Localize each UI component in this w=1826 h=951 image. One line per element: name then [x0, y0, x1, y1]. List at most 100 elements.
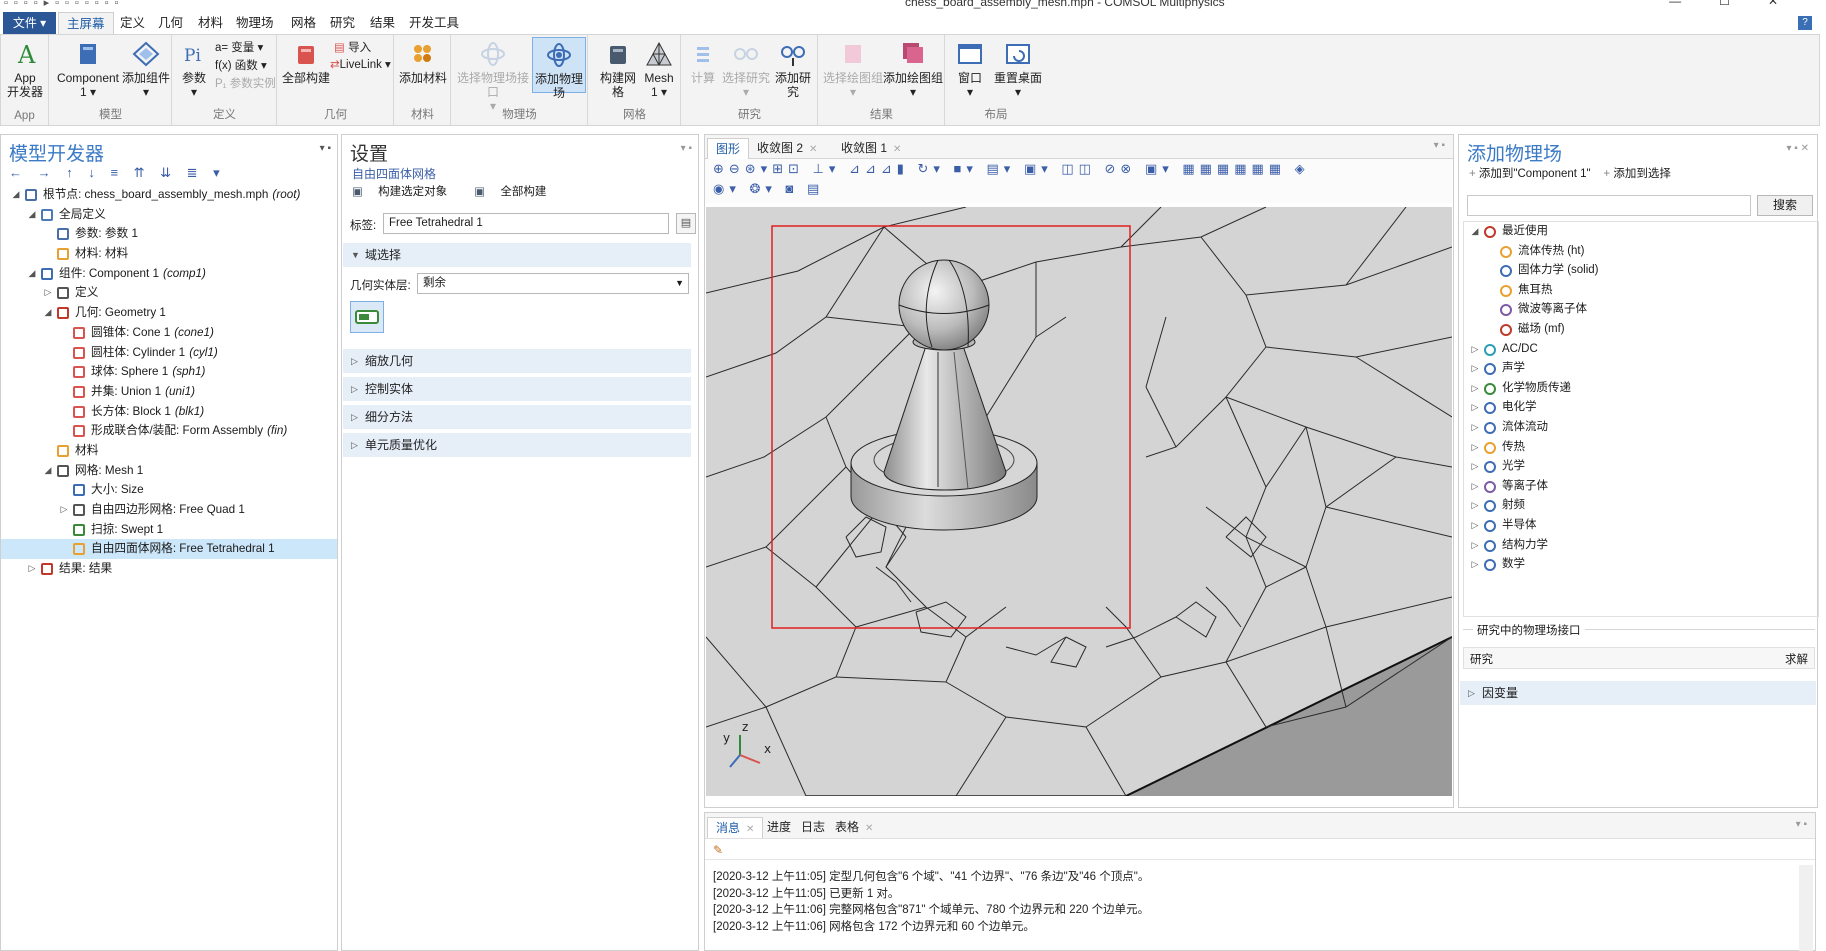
tree-node[interactable]: 自由四面体网格: Free Tetrahedral 1 — [1, 539, 337, 560]
collapsed-arrow-icon[interactable]: ▷ — [1470, 340, 1480, 360]
add-material-button[interactable]: 添加材料 — [399, 41, 447, 85]
reset-desktop-button[interactable]: 重置桌面 ▾ — [992, 41, 1044, 99]
tab-results[interactable]: 结果 — [362, 12, 403, 36]
collapsed-arrow-icon[interactable]: ▷ — [43, 283, 53, 303]
collapsed-arrow-icon[interactable]: ▷ — [1470, 477, 1480, 497]
livelink-button[interactable]: ⇄LiveLink ▾ — [330, 57, 391, 71]
tree-node[interactable]: ◢ 网格: Mesh 1 — [1, 461, 337, 481]
tree-node[interactable]: ▷ 定义 — [1, 283, 337, 303]
functions-button[interactable]: f(x) 函数 ▾ — [215, 57, 267, 73]
collapsed-arrow-icon[interactable]: ▷ — [1470, 379, 1480, 399]
window-button[interactable]: 窗口 ▾ — [950, 41, 990, 99]
physics-list-item[interactable]: ◢ 最近使用 — [1464, 222, 1818, 242]
collapsed-arrow-icon[interactable]: ▷ — [1470, 398, 1480, 418]
build-all-button[interactable]: 全部构建 — [282, 41, 330, 85]
tree-node[interactable]: 扫掠: Swept 1 — [1, 520, 337, 540]
close-icon[interactable]: ✕ — [746, 824, 754, 835]
search-button[interactable]: 搜索 — [1757, 195, 1813, 216]
collapsed-arrow-icon[interactable]: ▷ — [1470, 457, 1480, 477]
parameters-button[interactable]: Pi 参数 ▾ — [177, 41, 211, 99]
tree-node[interactable]: ◢ 根节点: chess_board_assembly_mesh.mph (root… — [1, 185, 337, 205]
physics-list-item[interactable]: ▷ 电化学 — [1464, 398, 1818, 418]
tree-node[interactable]: 材料 — [1, 441, 337, 461]
add-study-button[interactable]: 添加研究 — [770, 41, 816, 99]
expanded-arrow-icon[interactable]: ◢ — [11, 185, 21, 205]
collapsed-arrow-icon[interactable]: ▷ — [1470, 418, 1480, 438]
add-to-selection-button[interactable]: + 添加到选择 — [1603, 168, 1670, 180]
pane-menu-icon[interactable]: ▾ ▪ ✕ — [1787, 143, 1810, 154]
close-icon[interactable]: ✕ — [809, 144, 817, 155]
section-scale-geometry[interactable]: ▷ 缩放几何 — [343, 349, 691, 373]
graphics-toolbar[interactable]: ⊕⊖⊛▾⊞⊡ ⊥▾ ⊿⊿⊿▮ ↻▾ ■▾ ▤▾ ▣▾ ◫◫ ⊘⊗ ▣▾ ▦▦▦▦… — [705, 159, 1453, 203]
tab-geometry[interactable]: 几何 — [150, 12, 191, 36]
physics-list-item[interactable]: ▷ 流体流动 — [1464, 418, 1818, 438]
physics-list-item[interactable]: 微波等离子体 — [1464, 300, 1818, 320]
physics-list-item[interactable]: ▷ AC/DC — [1464, 340, 1818, 360]
variables-button[interactable]: a= 变量 ▾ — [215, 39, 263, 55]
select-study-button[interactable]: 选择研究 ▾ — [722, 41, 770, 99]
collapsed-arrow-icon[interactable]: ▷ — [59, 500, 69, 520]
pane-menu-icon[interactable]: ▾ ▪ — [320, 143, 331, 154]
compute-button[interactable]: 计算 — [686, 41, 720, 85]
expanded-arrow-icon[interactable]: ◢ — [27, 264, 37, 284]
pane-menu-icon[interactable]: ▾ ▪ — [1796, 819, 1807, 830]
add-plot-group-button[interactable]: 添加绘图组 ▾ — [883, 41, 943, 99]
add-physics-button[interactable]: 添加物理场 — [532, 37, 586, 100]
physics-list-item[interactable]: ▷ 声学 — [1464, 359, 1818, 379]
collapsed-arrow-icon[interactable]: ▷ — [1470, 359, 1480, 379]
label-input[interactable]: Free Tetrahedral 1 — [383, 213, 669, 234]
graphics-toolbar-row-2[interactable]: ◉▾ ❂▾ ◙ ▤ — [713, 181, 824, 197]
pane-menu-icon[interactable]: ▾ ▪ — [681, 143, 692, 154]
minimize-button[interactable]: — — [1669, 0, 1719, 8]
clear-messages-icon[interactable]: ✎ — [705, 839, 1815, 859]
section-tessellation[interactable]: ▷ 细分方法 — [343, 405, 691, 429]
collapsed-arrow-icon[interactable]: ▷ — [1470, 516, 1480, 536]
tree-node[interactable]: 形成联合体/装配: Form Assembly (fin) — [1, 421, 337, 441]
graphics-viewport[interactable]: y z x — [706, 207, 1452, 796]
expanded-arrow-icon[interactable]: ◢ — [43, 303, 53, 323]
tab-file[interactable]: 文件 ▾ — [3, 12, 56, 34]
physics-search-input[interactable] — [1467, 195, 1751, 216]
param-instance-button[interactable]: P₁ 参数实例 — [215, 75, 276, 91]
close-button[interactable]: ✕ — [1768, 0, 1816, 8]
physics-list-item[interactable]: 固体力学 (solid) — [1464, 261, 1818, 281]
model-builder-toolbar[interactable]: ← → ↑ ↓ ≡ ⇈ ⇊ ≣ ▾ — [1, 165, 337, 185]
expanded-arrow-icon[interactable]: ◢ — [27, 205, 37, 225]
maximize-button[interactable]: ☐ — [1719, 0, 1768, 8]
physics-list-item[interactable]: ▷ 半导体 — [1464, 516, 1818, 536]
physics-list-item[interactable]: 流体传热 (ht) — [1464, 242, 1818, 262]
graphics-toolbar-row-1[interactable]: ⊕⊖⊛▾⊞⊡ ⊥▾ ⊿⊿⊿▮ ↻▾ ■▾ ▤▾ ▣▾ ◫◫ ⊘⊗ ▣▾ ▦▦▦▦… — [713, 161, 1310, 177]
tree-node[interactable]: 参数: 参数 1 — [1, 224, 337, 244]
collapsed-arrow-icon[interactable]: ▷ — [27, 559, 37, 579]
collapsed-arrow-icon[interactable]: ▷ — [1470, 438, 1480, 458]
tree-node[interactable]: 球体: Sphere 1 (sph1) — [1, 362, 337, 382]
close-icon[interactable]: ✕ — [865, 823, 873, 834]
tab-table[interactable]: 表格 ✕ — [827, 817, 881, 838]
mesh-button[interactable]: Mesh 1 ▾ — [641, 41, 677, 99]
section-element-quality[interactable]: ▷ 单元质量优化 — [343, 433, 691, 457]
section-dependent-variables[interactable]: ▷ 因变量 — [1460, 681, 1816, 705]
tree-node[interactable]: 材料: 材料 — [1, 244, 337, 264]
select-plot-group-button[interactable]: 选择绘图组 ▾ — [823, 41, 883, 99]
tree-node[interactable]: ◢ 组件: Component 1 (comp1) — [1, 264, 337, 284]
tab-definitions[interactable]: 定义 — [112, 12, 153, 36]
label-edit-icon[interactable]: ▤ — [676, 213, 696, 234]
tab-convergence-plot-1[interactable]: 收敛图 1 ✕ — [833, 138, 909, 159]
build-selected-button[interactable]: ▣ 构建选定对象 — [352, 186, 459, 198]
expanded-arrow-icon[interactable]: ◢ — [1470, 222, 1480, 242]
tab-messages[interactable]: 消息 ✕ — [707, 817, 764, 838]
tab-convergence-plot-2[interactable]: 收敛图 2 ✕ — [749, 138, 825, 159]
tab-materials[interactable]: 材料 — [190, 12, 231, 36]
tab-mesh[interactable]: 网格 — [283, 12, 324, 36]
tree-node[interactable]: 圆锥体: Cone 1 (cone1) — [1, 323, 337, 343]
select-physics-interface-button[interactable]: 选择物理场接口 ▾ — [456, 41, 530, 113]
component-button[interactable]: Component 1 ▾ — [56, 41, 120, 99]
physics-list-item[interactable]: ▷ 数学 — [1464, 555, 1818, 575]
quick-access-toolbar[interactable]: ▫▫▫▫▸▫▫▫▫▫▫▫ — [4, 0, 124, 9]
tree-node[interactable]: 长方体: Block 1 (blk1) — [1, 402, 337, 422]
domain-selection-toggle[interactable] — [350, 301, 384, 333]
app-builder-button[interactable]: A App 开发器 — [7, 41, 43, 99]
add-to-component-button[interactable]: + 添加到"Component 1" — [1469, 168, 1591, 180]
tree-node[interactable]: ▷ 结果: 结果 — [1, 559, 337, 579]
collapsed-arrow-icon[interactable]: ▷ — [1470, 536, 1480, 556]
